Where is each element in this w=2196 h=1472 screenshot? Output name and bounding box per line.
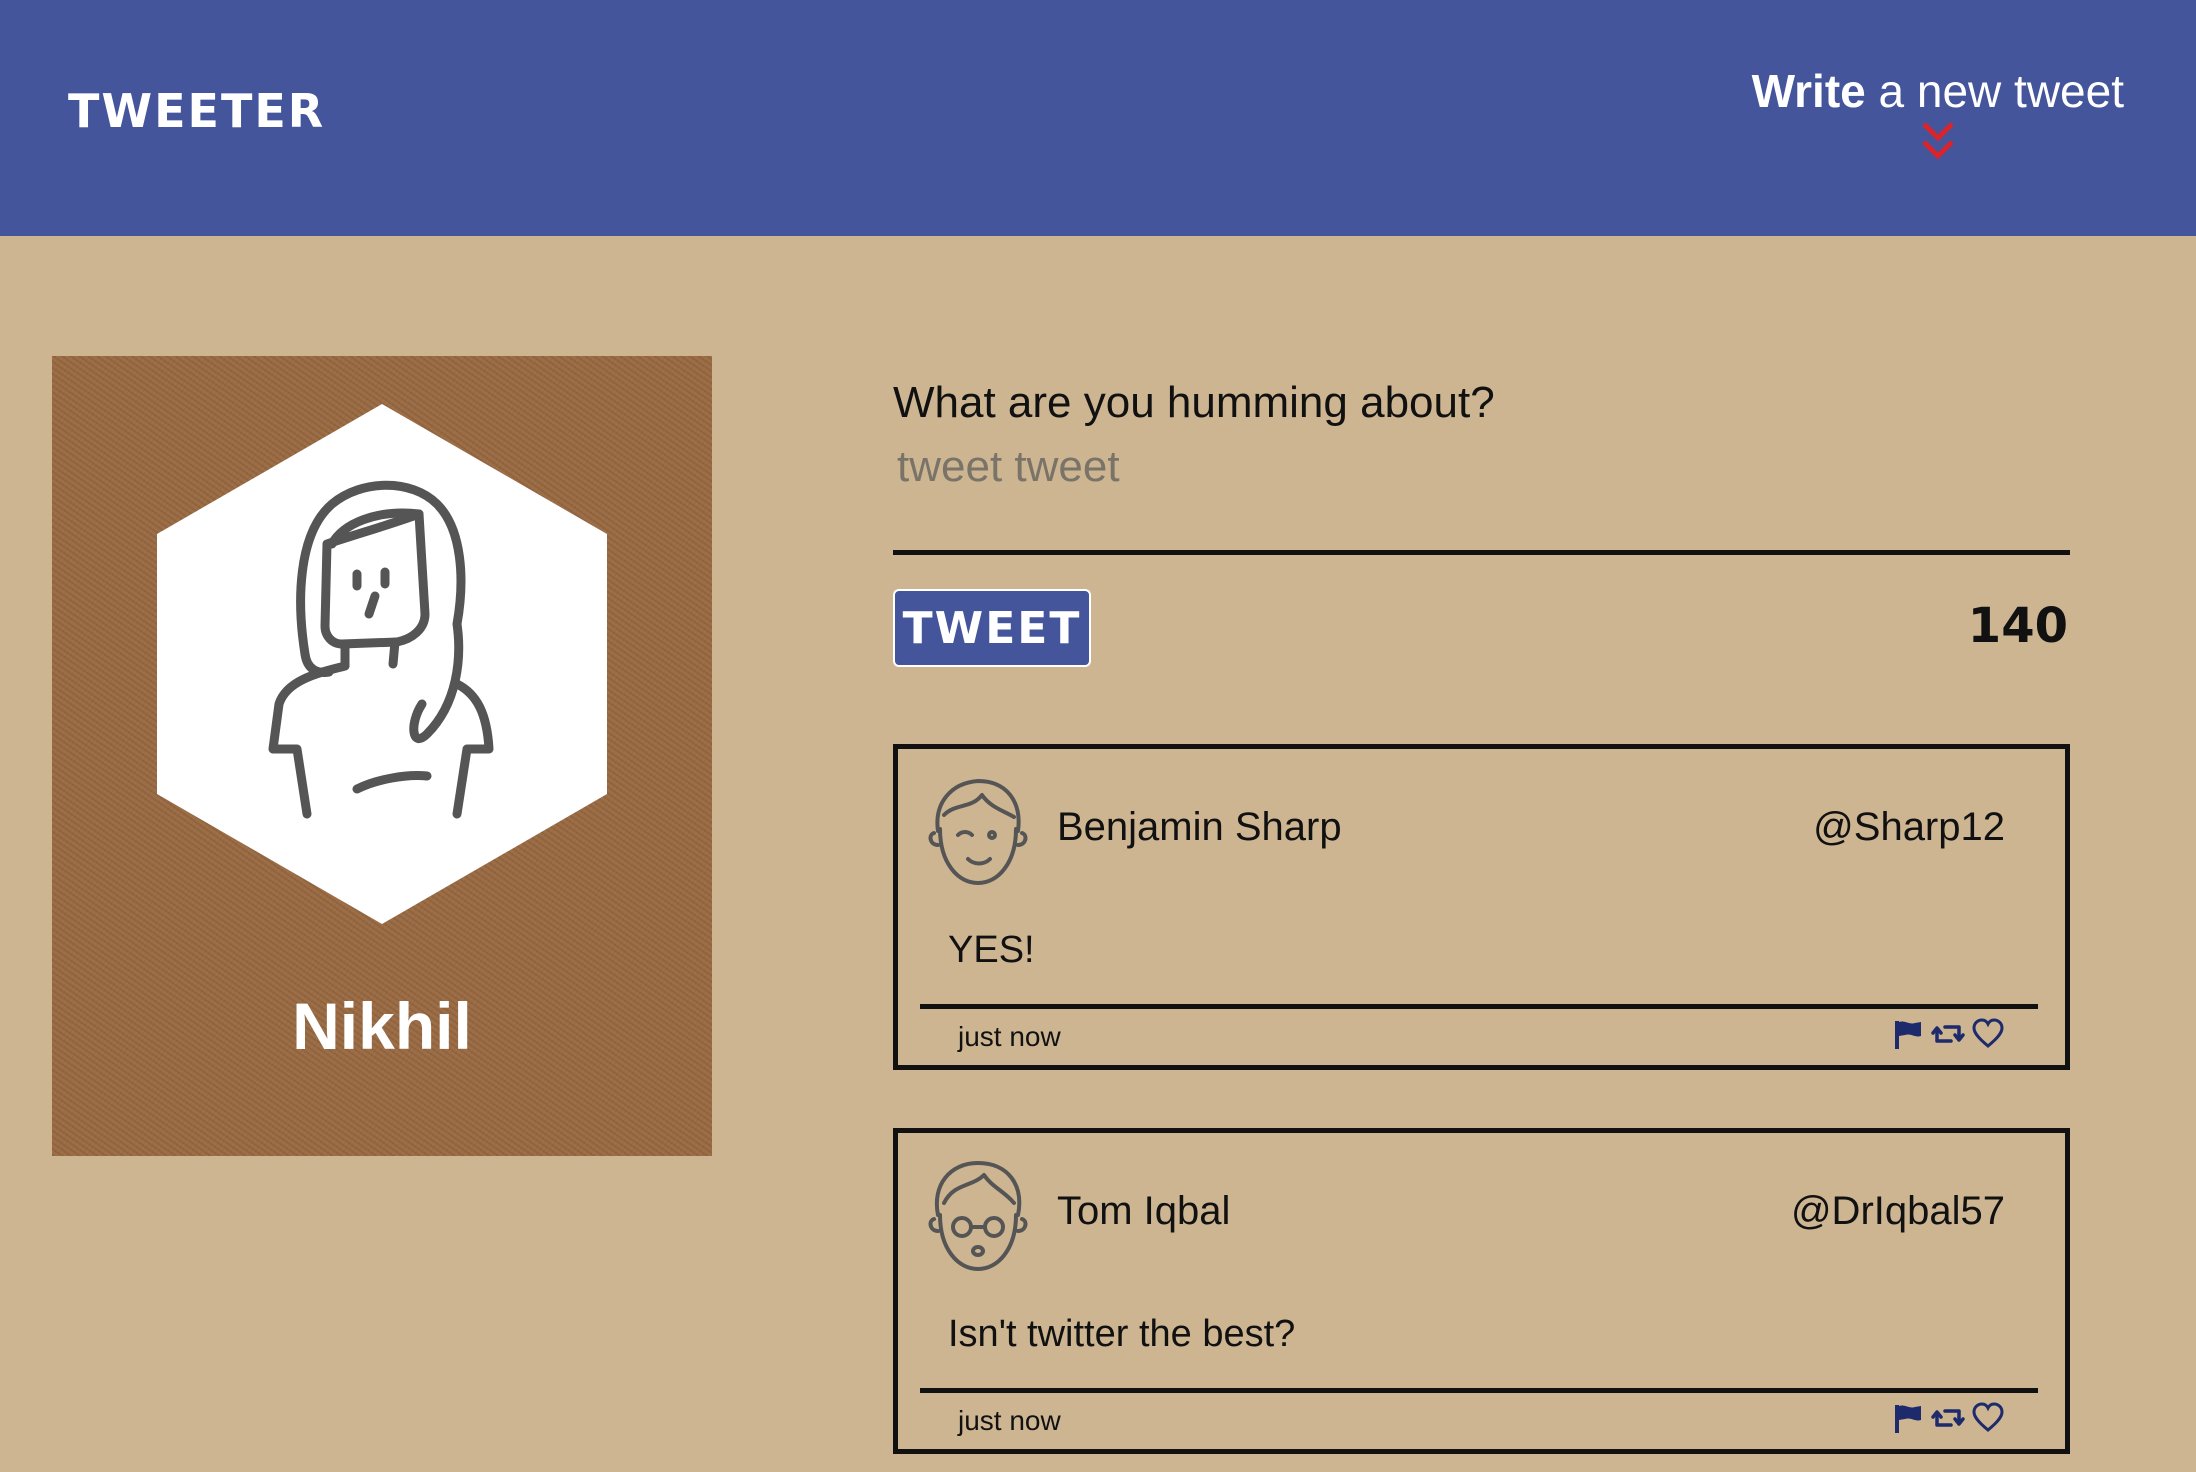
retweet-icon[interactable] bbox=[1931, 1017, 1965, 1051]
man-with-glasses-avatar-icon bbox=[928, 1161, 1028, 1271]
profile-card: Nikhil bbox=[52, 356, 712, 1156]
tweet-author-handle[interactable]: @DrIqbal57 bbox=[1791, 1189, 2005, 1234]
tweet-submit-button[interactable]: TWEET bbox=[893, 589, 1091, 667]
tweet-timestamp: just now bbox=[958, 1405, 1061, 1436]
compose-underline bbox=[893, 550, 2070, 555]
compose-label-strong: Write bbox=[1751, 65, 1866, 117]
tweet-content: Isn't twitter the best? bbox=[948, 1313, 1296, 1355]
tweet-author-name: Benjamin Sharp bbox=[1057, 805, 1342, 849]
brand-logo[interactable]: TWEETER bbox=[68, 84, 325, 138]
tweet-author-handle[interactable]: @Sharp12 bbox=[1813, 805, 2005, 850]
heart-icon[interactable] bbox=[1971, 1401, 2005, 1435]
compose-label-rest: a new tweet bbox=[1865, 65, 2125, 117]
character-counter: 140 bbox=[1967, 598, 2068, 654]
tweet-textarea[interactable] bbox=[893, 434, 2071, 500]
tweet-actions bbox=[1891, 1401, 2005, 1435]
compose-prompt: What are you humming about? bbox=[893, 378, 1495, 427]
tweet-card: Tom Iqbal @DrIqbal57 Isn't twitter the b… bbox=[893, 1128, 2070, 1454]
woman-avatar-icon bbox=[157, 404, 607, 924]
flag-icon[interactable] bbox=[1891, 1017, 1925, 1051]
write-new-tweet-toggle[interactable]: Write a new tweet bbox=[1752, 64, 2124, 166]
heart-icon[interactable] bbox=[1971, 1017, 2005, 1051]
tweet-author-name: Tom Iqbal bbox=[1057, 1189, 1231, 1233]
profile-name: Nikhil bbox=[292, 989, 472, 1063]
tweet-timestamp: just now bbox=[958, 1021, 1061, 1052]
retweet-icon[interactable] bbox=[1931, 1401, 1965, 1435]
tweet-content: YES! bbox=[948, 929, 1035, 971]
tweet-card: Benjamin Sharp @Sharp12 YES! just now bbox=[893, 744, 2070, 1070]
top-nav: TWEETER Write a new tweet bbox=[0, 0, 2196, 236]
double-chevron-down-icon bbox=[1922, 122, 1954, 160]
flag-icon[interactable] bbox=[1891, 1401, 1925, 1435]
tweet-divider bbox=[920, 1004, 2038, 1009]
tweet-divider bbox=[920, 1388, 2038, 1393]
tweet-actions bbox=[1891, 1017, 2005, 1051]
winking-man-avatar-icon bbox=[928, 779, 1028, 885]
